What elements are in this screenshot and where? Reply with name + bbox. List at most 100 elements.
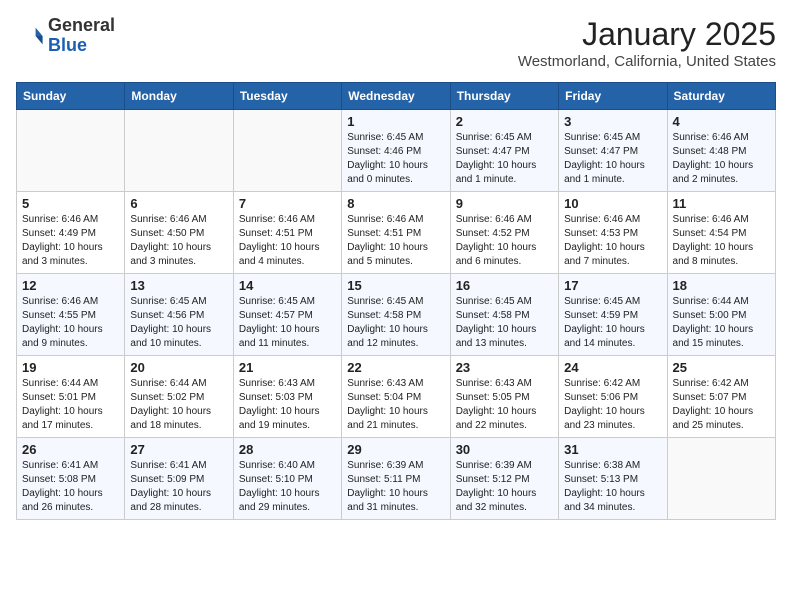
day-info: Sunrise: 6:46 AM Sunset: 4:53 PM Dayligh… [564, 213, 661, 269]
calendar-cell [667, 438, 775, 520]
calendar-cell: 16 Sunrise: 6:45 AM Sunset: 4:58 PM Dayli… [450, 274, 558, 356]
calendar-cell: 14 Sunrise: 6:45 AM Sunset: 4:57 PM Dayli… [233, 274, 341, 356]
calendar-cell: 28 Sunrise: 6:40 AM Sunset: 5:10 PM Dayli… [233, 438, 341, 520]
day-number: 27 [130, 442, 227, 457]
week-row-4: 19Sunrise: 6:44 AM Sunset: 5:01 PM Dayli… [17, 356, 776, 438]
title-block: January 2025 Westmorland, California, Un… [518, 16, 776, 70]
calendar-cell: 25 Sunrise: 6:42 AM Sunset: 5:07 PM Dayli… [667, 356, 775, 438]
day-info: Sunrise: 6:46 AM Sunset: 4:52 PM Dayligh… [456, 213, 553, 269]
calendar-cell: 19Sunrise: 6:44 AM Sunset: 5:01 PM Dayli… [17, 356, 125, 438]
calendar-cell: 9 Sunrise: 6:46 AM Sunset: 4:52 PM Daylig… [450, 192, 558, 274]
day-info: Sunrise: 6:43 AM Sunset: 5:03 PM Dayligh… [239, 377, 336, 433]
day-info: Sunrise: 6:43 AM Sunset: 5:05 PM Dayligh… [456, 377, 553, 433]
calendar-cell: 30 Sunrise: 6:39 AM Sunset: 5:12 PM Dayli… [450, 438, 558, 520]
day-number: 18 [673, 278, 770, 293]
week-row-2: 5Sunrise: 6:46 AM Sunset: 4:49 PM Daylig… [17, 192, 776, 274]
calendar-cell: 12 Sunrise: 6:46 AM Sunset: 4:55 PM Dayli… [17, 274, 125, 356]
logo: General Blue [16, 16, 115, 56]
calendar-cell: 15 Sunrise: 6:45 AM Sunset: 4:58 PM Dayli… [342, 274, 450, 356]
logo-general: General [48, 16, 115, 36]
day-info: Sunrise: 6:39 AM Sunset: 5:12 PM Dayligh… [456, 459, 553, 515]
day-info: Sunrise: 6:45 AM Sunset: 4:56 PM Dayligh… [130, 295, 227, 351]
calendar-cell: 11 Sunrise: 6:46 AM Sunset: 4:54 PM Dayli… [667, 192, 775, 274]
day-info: Sunrise: 6:42 AM Sunset: 5:06 PM Dayligh… [564, 377, 661, 433]
day-number: 21 [239, 360, 336, 375]
calendar-cell [17, 110, 125, 192]
day-number: 2 [456, 114, 553, 129]
day-number: 16 [456, 278, 553, 293]
day-number: 1 [347, 114, 444, 129]
weekday-header-saturday: Saturday [667, 83, 775, 110]
day-info: Sunrise: 6:41 AM Sunset: 5:08 PM Dayligh… [22, 459, 119, 515]
day-number: 4 [673, 114, 770, 129]
calendar-cell: 29Sunrise: 6:39 AM Sunset: 5:11 PM Dayli… [342, 438, 450, 520]
calendar-cell: 26 Sunrise: 6:41 AM Sunset: 5:08 PM Dayli… [17, 438, 125, 520]
day-number: 11 [673, 196, 770, 211]
day-info: Sunrise: 6:46 AM Sunset: 4:48 PM Dayligh… [673, 131, 770, 187]
calendar-cell: 24 Sunrise: 6:42 AM Sunset: 5:06 PM Dayli… [559, 356, 667, 438]
calendar-cell: 1 Sunrise: 6:45 AM Sunset: 4:46 PM Daylig… [342, 110, 450, 192]
day-number: 28 [239, 442, 336, 457]
week-row-3: 12 Sunrise: 6:46 AM Sunset: 4:55 PM Dayli… [17, 274, 776, 356]
day-info: Sunrise: 6:45 AM Sunset: 4:46 PM Dayligh… [347, 131, 444, 187]
day-info: Sunrise: 6:46 AM Sunset: 4:54 PM Dayligh… [673, 213, 770, 269]
day-number: 13 [130, 278, 227, 293]
day-info: Sunrise: 6:41 AM Sunset: 5:09 PM Dayligh… [130, 459, 227, 515]
day-number: 29 [347, 442, 444, 457]
day-number: 6 [130, 196, 227, 211]
calendar-table: SundayMondayTuesdayWednesdayThursdayFrid… [16, 82, 776, 520]
day-info: Sunrise: 6:45 AM Sunset: 4:47 PM Dayligh… [456, 131, 553, 187]
day-info: Sunrise: 6:46 AM Sunset: 4:55 PM Dayligh… [22, 295, 119, 351]
calendar-cell: 4 Sunrise: 6:46 AM Sunset: 4:48 PM Daylig… [667, 110, 775, 192]
day-number: 25 [673, 360, 770, 375]
calendar-cell: 20Sunrise: 6:44 AM Sunset: 5:02 PM Dayli… [125, 356, 233, 438]
day-number: 7 [239, 196, 336, 211]
calendar-cell [125, 110, 233, 192]
day-number: 31 [564, 442, 661, 457]
day-info: Sunrise: 6:42 AM Sunset: 5:07 PM Dayligh… [673, 377, 770, 433]
day-number: 15 [347, 278, 444, 293]
day-number: 26 [22, 442, 119, 457]
day-number: 8 [347, 196, 444, 211]
weekday-header-row: SundayMondayTuesdayWednesdayThursdayFrid… [17, 83, 776, 110]
day-number: 12 [22, 278, 119, 293]
day-info: Sunrise: 6:45 AM Sunset: 4:59 PM Dayligh… [564, 295, 661, 351]
calendar-cell: 7 Sunrise: 6:46 AM Sunset: 4:51 PM Daylig… [233, 192, 341, 274]
calendar-cell: 18 Sunrise: 6:44 AM Sunset: 5:00 PM Dayli… [667, 274, 775, 356]
calendar-cell: 6 Sunrise: 6:46 AM Sunset: 4:50 PM Daylig… [125, 192, 233, 274]
calendar-cell: 31Sunrise: 6:38 AM Sunset: 5:13 PM Dayli… [559, 438, 667, 520]
day-info: Sunrise: 6:45 AM Sunset: 4:57 PM Dayligh… [239, 295, 336, 351]
day-info: Sunrise: 6:44 AM Sunset: 5:02 PM Dayligh… [130, 377, 227, 433]
day-info: Sunrise: 6:46 AM Sunset: 4:51 PM Dayligh… [347, 213, 444, 269]
day-number: 30 [456, 442, 553, 457]
calendar-cell: 27 Sunrise: 6:41 AM Sunset: 5:09 PM Dayli… [125, 438, 233, 520]
day-info: Sunrise: 6:45 AM Sunset: 4:47 PM Dayligh… [564, 131, 661, 187]
logo-icon [16, 22, 44, 50]
logo-text: General Blue [48, 16, 115, 56]
day-number: 22 [347, 360, 444, 375]
day-number: 14 [239, 278, 336, 293]
calendar-cell: 22 Sunrise: 6:43 AM Sunset: 5:04 PM Dayli… [342, 356, 450, 438]
location: Westmorland, California, United States [518, 53, 776, 70]
page-header: General Blue January 2025 Westmorland, C… [16, 16, 776, 70]
day-number: 10 [564, 196, 661, 211]
day-info: Sunrise: 6:45 AM Sunset: 4:58 PM Dayligh… [347, 295, 444, 351]
day-number: 24 [564, 360, 661, 375]
day-number: 19 [22, 360, 119, 375]
calendar-cell: 3Sunrise: 6:45 AM Sunset: 4:47 PM Daylig… [559, 110, 667, 192]
day-info: Sunrise: 6:46 AM Sunset: 4:50 PM Dayligh… [130, 213, 227, 269]
day-number: 9 [456, 196, 553, 211]
weekday-header-friday: Friday [559, 83, 667, 110]
day-info: Sunrise: 6:46 AM Sunset: 4:49 PM Dayligh… [22, 213, 119, 269]
logo-blue: Blue [48, 36, 115, 56]
calendar-cell: 10 Sunrise: 6:46 AM Sunset: 4:53 PM Dayli… [559, 192, 667, 274]
calendar-cell: 2 Sunrise: 6:45 AM Sunset: 4:47 PM Daylig… [450, 110, 558, 192]
weekday-header-tuesday: Tuesday [233, 83, 341, 110]
calendar-cell: 8 Sunrise: 6:46 AM Sunset: 4:51 PM Daylig… [342, 192, 450, 274]
day-info: Sunrise: 6:43 AM Sunset: 5:04 PM Dayligh… [347, 377, 444, 433]
day-info: Sunrise: 6:45 AM Sunset: 4:58 PM Dayligh… [456, 295, 553, 351]
day-info: Sunrise: 6:44 AM Sunset: 5:00 PM Dayligh… [673, 295, 770, 351]
day-info: Sunrise: 6:40 AM Sunset: 5:10 PM Dayligh… [239, 459, 336, 515]
weekday-header-monday: Monday [125, 83, 233, 110]
day-info: Sunrise: 6:46 AM Sunset: 4:51 PM Dayligh… [239, 213, 336, 269]
